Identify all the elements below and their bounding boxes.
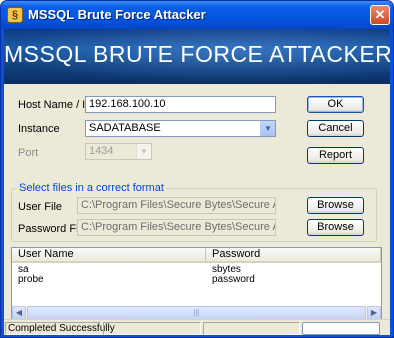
dialog-client-area: MSSQL BRUTE FORCE ATTACKER Host Name / I…: [4, 29, 390, 335]
password-file-path: C:\Program Files\Secure Bytes\Secure Aud…: [77, 219, 276, 236]
browse-password-file-button[interactable]: Browse: [307, 219, 364, 236]
status-message: Completed Successfully: [5, 322, 115, 335]
chevron-down-icon: ▼: [136, 144, 151, 159]
chevron-down-icon[interactable]: ▼: [260, 121, 275, 136]
results-listview[interactable]: User Name Password sa sbytes probe passw…: [11, 247, 382, 321]
scroll-left-icon[interactable]: ◀: [12, 306, 26, 320]
instance-value: SADATABASE: [89, 122, 161, 134]
port-combo: 1434 ▼: [85, 143, 152, 160]
horizontal-scrollbar[interactable]: ◀ ||| ▶: [12, 306, 381, 320]
window-title: MSSQL Brute Force Attacker: [28, 7, 206, 22]
table-row[interactable]: probe password: [12, 275, 381, 285]
app-icon[interactable]: §: [7, 7, 23, 23]
user-file-label: User File: [18, 201, 63, 213]
host-label: Host Name / IP: [18, 99, 93, 111]
instance-combo[interactable]: SADATABASE ▼: [85, 120, 276, 137]
close-button[interactable]: ✕: [370, 5, 390, 25]
header-banner: MSSQL BRUTE FORCE ATTACKER: [4, 29, 390, 84]
ok-button[interactable]: OK: [307, 96, 364, 113]
scroll-right-icon[interactable]: ▶: [367, 306, 381, 320]
results-header: User Name Password: [12, 248, 381, 263]
cancel-button[interactable]: Cancel: [307, 120, 364, 137]
instance-label: Instance: [18, 123, 60, 135]
title-bar[interactable]: § MSSQL Brute Force Attacker ✕: [1, 1, 393, 29]
cell-username: probe: [18, 274, 44, 285]
browse-user-file-button[interactable]: Browse: [307, 197, 364, 214]
scrollbar-thumb[interactable]: |||: [27, 306, 366, 320]
column-header-username[interactable]: User Name: [12, 248, 206, 261]
user-file-path: C:\Program Files\Secure Bytes\Secure Aud…: [77, 197, 276, 214]
host-input[interactable]: 192.168.100.10: [85, 96, 276, 113]
status-bar: Completed Successfully: [4, 319, 390, 335]
status-panel-empty: [103, 322, 201, 335]
table-row[interactable]: sa sbytes: [12, 265, 381, 275]
app-window: § MSSQL Brute Force Attacker ✕ MSSQL BRU…: [0, 0, 394, 338]
port-value: 1434: [89, 145, 114, 157]
progress-bar: [302, 322, 380, 335]
report-button[interactable]: Report: [307, 147, 364, 164]
status-panel-empty: [203, 322, 300, 335]
banner-title: MSSQL BRUTE FORCE ATTACKER: [4, 41, 390, 67]
file-selection-title: Select files in a correct format: [17, 182, 166, 194]
port-label: Port: [18, 147, 39, 159]
cell-password: password: [212, 274, 255, 285]
column-header-password[interactable]: Password: [206, 248, 381, 261]
